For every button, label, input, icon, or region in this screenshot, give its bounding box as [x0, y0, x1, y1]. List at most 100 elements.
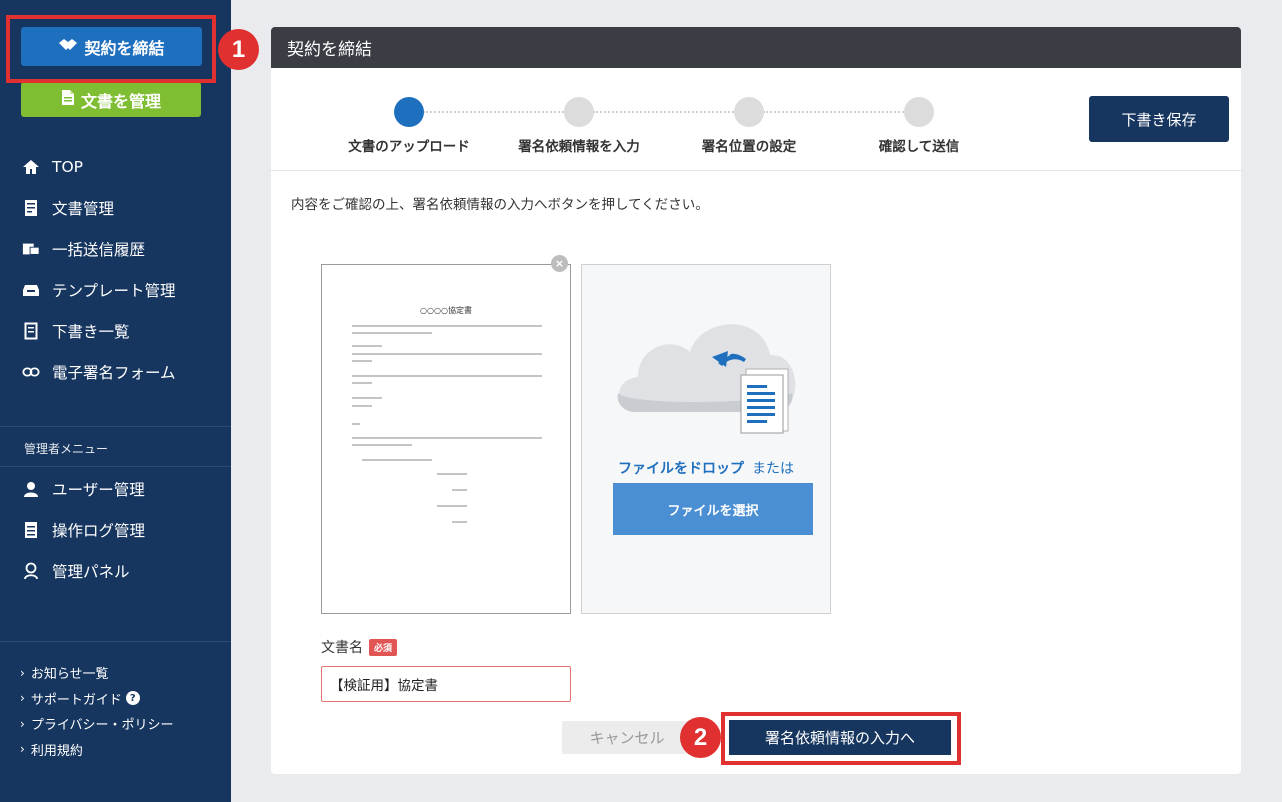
preview-text-line: [452, 521, 467, 523]
user-icon: [22, 480, 40, 498]
step-connector: [593, 111, 734, 113]
preview-text-line: [352, 405, 372, 407]
admin-icon: [22, 562, 40, 580]
nav-item-users[interactable]: ユーザー管理: [0, 468, 231, 509]
nav-item-logs[interactable]: 操作ログ管理: [0, 509, 231, 550]
document-preview: ○○○○協定書: [321, 264, 571, 614]
preview-text-line: [352, 325, 542, 327]
nav-item-templates[interactable]: テンプレート管理: [0, 269, 231, 310]
preview-text-line: [352, 345, 382, 347]
page-title: 契約を締結: [287, 40, 372, 60]
nav-item-admin-panel[interactable]: 管理パネル: [0, 550, 231, 591]
drop-files-text: ファイルをドロップ: [618, 461, 744, 477]
link-label: サポートガイド: [30, 692, 122, 708]
step-dot-confirm: [904, 97, 934, 127]
step-dot-sign-position: [734, 97, 764, 127]
admin-menu-heading: 管理者メニュー: [24, 442, 109, 456]
nav-label: 操作ログ管理: [52, 521, 146, 540]
link-terms[interactable]: › 利用規約: [20, 737, 174, 763]
doc-name-label: 文書名 必須: [321, 637, 398, 657]
chevron-right-icon: ›: [20, 742, 25, 757]
link-label: プライバシー・ポリシー: [30, 718, 174, 734]
step-dot-upload: [394, 97, 424, 127]
preview-text-line: [352, 437, 542, 439]
preview-text-line: [352, 423, 360, 425]
step-connector: [423, 111, 564, 113]
link-privacy[interactable]: › プライバシー・ポリシー: [20, 711, 174, 737]
preview-text-line: [352, 375, 542, 377]
callout-badge-1: 1: [218, 29, 259, 70]
cancel-button[interactable]: キャンセル: [562, 721, 692, 754]
home-icon: [22, 158, 40, 176]
doc-name-label-text: 文書名: [321, 640, 363, 656]
step-label-sign-position: 署名位置の設定: [701, 139, 797, 155]
nav-item-documents[interactable]: 文書管理: [0, 187, 231, 228]
link-support-guide[interactable]: › サポートガイド?: [20, 686, 174, 712]
step-label-upload: 文書のアップロード: [348, 139, 470, 155]
draft-icon: [22, 322, 40, 340]
highlight-box-1: [6, 15, 216, 83]
link-label: 利用規約: [30, 743, 83, 759]
drop-instruction: ファイルをドロップ または: [582, 458, 830, 478]
remove-document-icon[interactable]: ×: [551, 255, 568, 272]
preview-text-line: [437, 505, 467, 507]
chevron-right-icon: ›: [20, 691, 25, 706]
nav-label: TOP: [52, 157, 84, 176]
chevron-right-icon: ›: [20, 716, 25, 731]
link-icon: [22, 363, 40, 381]
preview-text-line: [352, 382, 372, 384]
document-icon: [61, 89, 75, 110]
required-badge: 必須: [369, 638, 398, 656]
next-request-info-button[interactable]: 署名依頼情報の入力へ: [729, 720, 951, 755]
divider: [0, 641, 231, 642]
sidebar: 契約を締結 文書を管理 TOP 文書管理 一括送信履歴 テンプレート管理 下書き…: [0, 0, 231, 802]
footer-links: › お知らせ一覧 › サポートガイド? › プライバシー・ポリシー › 利用規約: [20, 660, 174, 762]
callout-badge-2: 2: [680, 717, 721, 758]
nav-label: 一括送信履歴: [52, 240, 146, 259]
preview-text-line: [352, 353, 542, 355]
preview-text-line: [452, 489, 467, 491]
nav-label: 電子署名フォーム: [52, 363, 176, 382]
bulk-send-icon: [22, 240, 40, 258]
admin-nav: ユーザー管理 操作ログ管理 管理パネル: [0, 468, 231, 591]
nav-label: 管理パネル: [52, 562, 130, 581]
divider: [0, 426, 231, 427]
log-icon: [22, 521, 40, 539]
stepper: 下書き保存: [271, 68, 1241, 171]
file-dropzone[interactable]: ファイルをドロップ または ファイルを選択: [581, 264, 831, 614]
main-nav: TOP 文書管理 一括送信履歴 テンプレート管理 下書き一覧 電子署名フォーム: [0, 146, 231, 392]
divider: [0, 466, 231, 467]
nav-label: 下書き一覧: [52, 322, 130, 341]
preview-text-line: [352, 332, 432, 334]
document-icon: [22, 199, 40, 217]
panel-header: 契約を締結: [271, 27, 1241, 68]
step-connector: [763, 111, 904, 113]
preview-text-line: [352, 444, 412, 446]
step-label-request-info: 署名依頼情報を入力: [518, 139, 640, 155]
nav-item-bulk-history[interactable]: 一括送信履歴: [0, 228, 231, 269]
save-draft-button[interactable]: 下書き保存: [1089, 96, 1229, 142]
or-text: または: [752, 461, 794, 477]
select-file-button[interactable]: ファイルを選択: [613, 483, 813, 535]
preview-text-line: [437, 473, 467, 475]
help-icon: ?: [125, 691, 140, 706]
preview-doc-title: ○○○○協定書: [420, 306, 472, 315]
step-dot-request-info: [564, 97, 594, 127]
step-label-confirm: 確認して送信: [878, 139, 960, 155]
link-news[interactable]: › お知らせ一覧: [20, 660, 174, 686]
nav-label: テンプレート管理: [52, 281, 176, 300]
cloud-upload-icon: [612, 307, 802, 441]
nav-item-drafts[interactable]: 下書き一覧: [0, 310, 231, 351]
manage-docs-label: 文書を管理: [80, 91, 161, 111]
nav-item-top[interactable]: TOP: [0, 146, 231, 187]
nav-label: ユーザー管理: [52, 480, 145, 499]
preview-text-line: [362, 459, 432, 461]
template-icon: [22, 281, 40, 299]
chevron-right-icon: ›: [20, 665, 25, 680]
instruction-text: 内容をご確認の上、署名依頼情報の入力へボタンを押してください。: [291, 197, 709, 213]
doc-name-input[interactable]: [321, 666, 571, 702]
nav-item-esign-form[interactable]: 電子署名フォーム: [0, 351, 231, 392]
preview-text-line: [352, 397, 382, 399]
manage-docs-button[interactable]: 文書を管理: [21, 82, 201, 117]
nav-label: 文書管理: [52, 199, 115, 218]
